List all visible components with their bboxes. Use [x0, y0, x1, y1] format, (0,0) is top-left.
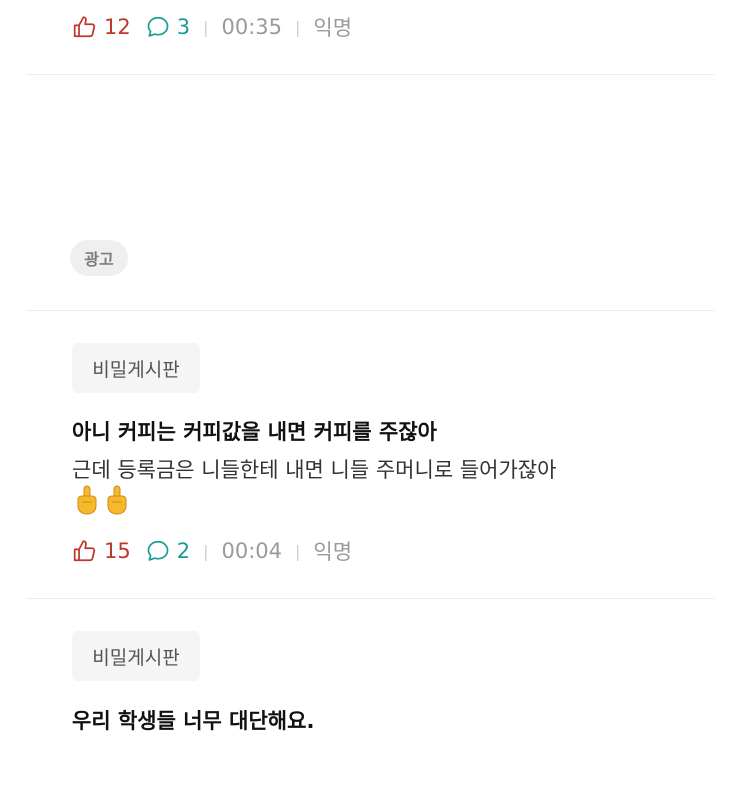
post-author: 익명	[313, 16, 353, 40]
separator: |	[203, 541, 209, 561]
comment-button[interactable]: 2	[145, 538, 190, 564]
like-count: 12	[104, 15, 131, 39]
like-button[interactable]: 15	[72, 538, 145, 564]
middle-finger-emoji	[107, 485, 127, 515]
comment-bubble-icon	[147, 540, 169, 561]
divider	[26, 310, 714, 311]
post-body[interactable]: 근데 등록금은 니들한테 내면 니들 주머니로 들어가잖아	[72, 454, 556, 484]
emoji-row	[74, 485, 130, 515]
ad-badge[interactable]: 광고	[70, 240, 128, 276]
separator: |	[295, 541, 301, 561]
post-time: 00:35	[221, 15, 283, 39]
board-tag[interactable]: 비밀게시판	[72, 631, 200, 681]
like-count: 15	[104, 539, 131, 563]
comment-count: 2	[176, 539, 191, 563]
post-title[interactable]: 아니 커피는 커피값을 내면 커피를 주잖아	[72, 416, 437, 446]
separator: |	[203, 17, 209, 37]
thumbs-up-icon	[73, 540, 96, 562]
comment-count: 3	[176, 15, 191, 39]
board-tag[interactable]: 비밀게시판	[72, 343, 200, 393]
post-author: 익명	[313, 540, 353, 564]
comment-bubble-icon	[147, 16, 169, 37]
comment-button[interactable]: 3	[145, 14, 190, 40]
divider	[26, 598, 714, 599]
thumbs-up-icon	[73, 16, 96, 38]
post-meta: 12 3 | 00:35 | 익명	[72, 12, 352, 42]
post-title[interactable]: 우리 학생들 너무 대단해요.	[72, 705, 314, 735]
like-button[interactable]: 12	[72, 14, 145, 40]
divider	[26, 74, 714, 75]
post-time: 00:04	[221, 539, 283, 563]
middle-finger-emoji	[77, 485, 97, 515]
post-meta: 15 2 | 00:04 | 익명	[72, 536, 352, 566]
separator: |	[295, 17, 301, 37]
